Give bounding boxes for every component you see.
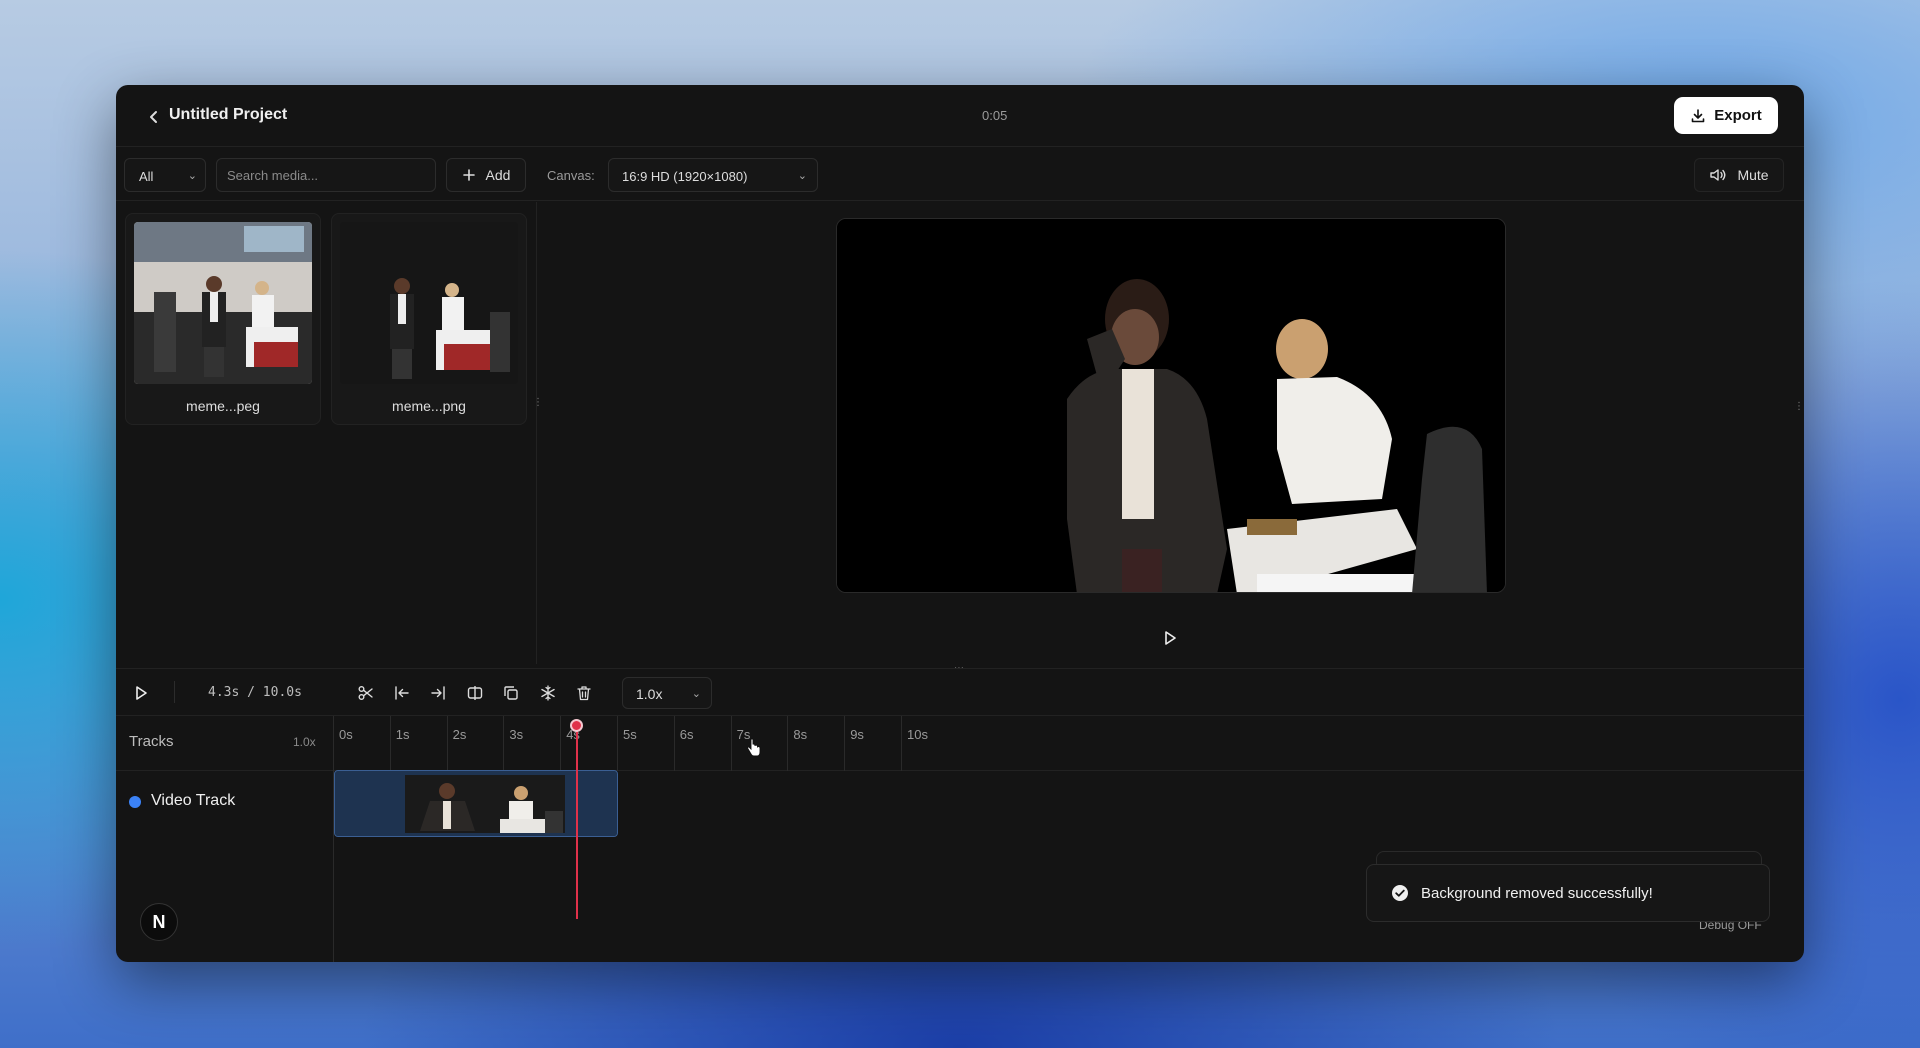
trash-icon [577, 686, 591, 701]
right-resize-handle[interactable]: ⋮ [1794, 401, 1804, 412]
delete-button[interactable] [572, 681, 596, 705]
export-label: Export [1714, 107, 1762, 124]
trim-end-button[interactable] [426, 681, 450, 705]
trim-end-icon [431, 686, 445, 700]
ruler-tick-label: 1s [395, 727, 410, 742]
project-duration: 0:05 [982, 108, 1008, 123]
plus-icon [462, 169, 475, 181]
canvas-size-select[interactable]: 16:9 HD (1920×1080) ⌄ [608, 158, 818, 192]
trim-start-button[interactable] [390, 681, 414, 705]
ruler-tick-label: 5s [623, 727, 637, 742]
canvas-label: Canvas: [547, 168, 595, 183]
ruler-tick [730, 716, 732, 771]
mute-label: Mute [1737, 167, 1769, 183]
media-thumbnail [340, 222, 518, 384]
ruler-tick [673, 716, 675, 771]
freeze-icon [541, 685, 555, 701]
ruler-tick-label: 3s [509, 727, 524, 742]
split-icon [467, 686, 483, 700]
track-color-dot [129, 796, 141, 808]
editor-window: Untitled Project 0:05 Export All ⌄ Add C… [116, 85, 1804, 962]
filter-value: All [139, 169, 154, 184]
scissors-icon [358, 686, 373, 700]
add-label: Add [485, 167, 511, 183]
duplicate-button[interactable] [499, 681, 523, 705]
ruler-tick [901, 716, 902, 771]
tracks-zoom-level: 1.0x [293, 735, 316, 749]
search-media-input[interactable] [216, 158, 436, 192]
cut-button[interactable] [354, 681, 378, 705]
back-button[interactable] [144, 107, 164, 127]
timeline-ruler[interactable] [333, 716, 1804, 771]
canvas-value: 16:9 HD (1920×1080) [622, 169, 748, 184]
duplicate-icon [504, 686, 518, 700]
chevron-down-icon: ⌄ [691, 688, 701, 700]
add-media-button[interactable]: Add [446, 158, 526, 192]
ruler-tick [446, 716, 448, 771]
check-circle-icon [1392, 885, 1408, 901]
ruler-tick [333, 716, 334, 771]
playback-speed-select[interactable]: 1.0x ⌄ [622, 677, 712, 709]
toast-notification: Background removed successfully! [1366, 864, 1770, 922]
export-button[interactable]: Export [1674, 97, 1778, 134]
play-icon [1165, 631, 1176, 645]
chevron-left-icon [150, 111, 157, 123]
preview-play-button[interactable] [1160, 628, 1180, 648]
divider [174, 681, 175, 703]
media-item-name: meme...peg [186, 398, 260, 414]
speed-value: 1.0x [636, 686, 663, 702]
ruler-tick-label: 9s [850, 727, 864, 742]
trim-start-icon [395, 686, 409, 700]
track-name: Video Track [151, 792, 236, 809]
play-icon [136, 686, 147, 700]
project-title[interactable]: Untitled Project [169, 106, 287, 124]
ruler-tick-label: 10s [907, 727, 928, 742]
mute-button[interactable]: Mute [1694, 158, 1784, 192]
speaker-icon [1710, 169, 1726, 181]
media-filter-select[interactable]: All ⌄ [124, 158, 206, 192]
time-readout: 4.3s / 10.0s [208, 685, 302, 700]
panel-resize-handle[interactable]: ⋮ [533, 398, 543, 413]
download-icon [1691, 108, 1705, 122]
header-bar [116, 85, 1804, 147]
toast-message: Background removed successfully! [1421, 884, 1653, 902]
video-preview[interactable] [836, 218, 1506, 593]
media-item[interactable]: meme...png [331, 213, 527, 425]
ruler-tick-label: 0s [339, 727, 353, 742]
media-item-name: meme...png [392, 398, 466, 414]
ruler-tick [560, 716, 562, 771]
hand-cursor-icon [746, 738, 762, 763]
avatar[interactable]: N [140, 903, 178, 941]
ruler-tick-label: 2s [452, 727, 467, 742]
ruler-tick [787, 716, 789, 771]
ruler-tick [617, 716, 618, 771]
timeline-play-button[interactable] [132, 684, 150, 702]
ruler-tick [503, 716, 505, 771]
ruler-tick-label: 6s [679, 727, 694, 742]
playhead[interactable] [576, 725, 579, 919]
chevron-down-icon: ⌄ [187, 170, 197, 182]
media-item[interactable]: meme...peg [125, 213, 321, 425]
tracks-label: Tracks [129, 733, 174, 750]
chevron-down-icon: ⌄ [797, 170, 807, 182]
split-button[interactable] [463, 681, 487, 705]
media-thumbnail [134, 222, 312, 384]
ruler-tick [389, 716, 391, 771]
ruler-tick [844, 716, 846, 771]
freeze-button[interactable] [536, 681, 560, 705]
ruler-tick-label: 8s [793, 727, 808, 742]
